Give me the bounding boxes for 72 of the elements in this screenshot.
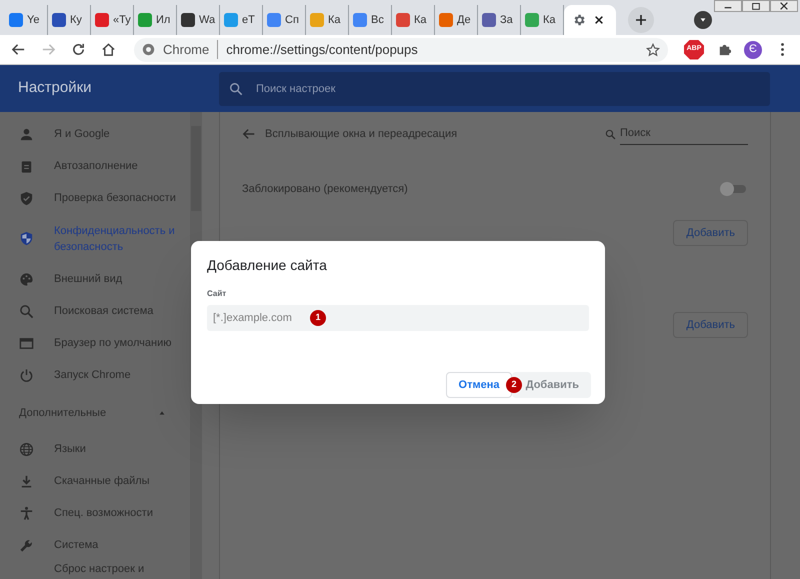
field-label: Сайт bbox=[207, 288, 228, 300]
back-arrow-icon bbox=[242, 127, 256, 141]
sidebar-item[interactable]: Поисковая система bbox=[0, 295, 190, 327]
search-icon bbox=[605, 128, 616, 140]
caret-icon bbox=[699, 16, 707, 24]
shield-check-icon bbox=[19, 190, 34, 206]
site-chip: Chrome bbox=[163, 40, 218, 60]
shield-icon bbox=[19, 231, 34, 246]
sidebar-item[interactable]: Запуск Chrome bbox=[0, 359, 190, 391]
new-tab-button[interactable] bbox=[628, 7, 654, 33]
step-marker: 2 bbox=[506, 377, 522, 393]
sidebar-item[interactable]: Скачанные файлы bbox=[0, 465, 190, 497]
globe-icon bbox=[19, 442, 34, 456]
sidebar-item[interactable]: Я и Google bbox=[0, 118, 190, 150]
tab-title: eT bbox=[242, 12, 255, 28]
person-icon bbox=[19, 126, 34, 142]
home-icon bbox=[100, 42, 116, 57]
download-icon bbox=[19, 474, 34, 488]
person-icon bbox=[19, 506, 34, 520]
toggle-switch[interactable] bbox=[720, 182, 746, 196]
tab-title: Ка bbox=[543, 12, 556, 28]
sidebar-item[interactable]: Языки bbox=[0, 433, 190, 465]
tab-title: Вс bbox=[371, 12, 384, 28]
browser-tab[interactable] bbox=[564, 5, 616, 35]
browser-window-icon bbox=[19, 336, 34, 350]
sidebar-item[interactable]: Внешний вид bbox=[0, 263, 190, 295]
setting-label: Заблокировано (рекомендуется) bbox=[242, 182, 408, 197]
page-title: Всплывающие окна и переадресация bbox=[265, 126, 458, 142]
tab-title: Де bbox=[457, 12, 471, 28]
reload-icon bbox=[70, 42, 86, 57]
search-icon bbox=[229, 82, 243, 96]
tab-title: Сп bbox=[285, 12, 299, 28]
settings-title: Настройки bbox=[17, 78, 93, 98]
sidebar-item[interactable]: Спец. возможности bbox=[0, 497, 190, 529]
maximize-button[interactable] bbox=[742, 0, 770, 12]
plus-icon bbox=[635, 14, 647, 26]
close-icon bbox=[778, 1, 790, 11]
close-icon bbox=[594, 15, 604, 25]
chrome-logo-icon bbox=[142, 43, 155, 56]
tab-title: Ка bbox=[328, 12, 341, 28]
sidebar-item[interactable]: Автозаполнение bbox=[0, 150, 190, 182]
profile-avatar[interactable]: Є bbox=[744, 40, 762, 58]
tab-search-button[interactable] bbox=[694, 11, 712, 29]
sidebar-item[interactable]: Браузер по умолчанию bbox=[0, 327, 190, 359]
power-icon bbox=[19, 368, 34, 382]
sidebar-item[interactable]: Система bbox=[0, 529, 190, 561]
search-icon bbox=[19, 304, 34, 318]
sidebar-item[interactable]: Проверка безопасности bbox=[0, 182, 190, 214]
close-button[interactable] bbox=[770, 0, 798, 12]
back-arrow-icon bbox=[10, 42, 26, 57]
menu-icon bbox=[780, 43, 784, 56]
search-field[interactable]: Поиск bbox=[620, 123, 748, 145]
clipboard-icon bbox=[19, 158, 34, 174]
dialog-title: Добавление сайта bbox=[207, 256, 328, 275]
url-text: chrome://settings/content/popups bbox=[226, 40, 418, 59]
wrench-icon bbox=[19, 538, 34, 552]
address-bar[interactable]: Chrome chrome://settings/content/popups bbox=[134, 38, 668, 62]
settings-search-field[interactable]: Поиск настроек bbox=[219, 72, 770, 106]
tab-title: Wa bbox=[199, 12, 216, 28]
section-header[interactable]: Дополнительные bbox=[19, 404, 106, 422]
tab-title: Ил bbox=[156, 12, 170, 28]
sidebar-item[interactable]: Сброс настроек и bbox=[0, 561, 190, 578]
maximize-icon bbox=[750, 1, 762, 11]
tab-title: Ye bbox=[27, 12, 40, 28]
gear-icon bbox=[572, 13, 586, 27]
forward-arrow-icon bbox=[40, 42, 56, 57]
tab-title: Ку bbox=[70, 12, 82, 28]
tab-title: «Ту bbox=[113, 12, 131, 28]
star-icon bbox=[646, 42, 660, 56]
tab-title: Ка bbox=[414, 12, 427, 28]
tab-title: За bbox=[500, 12, 513, 28]
palette-icon bbox=[19, 272, 34, 286]
